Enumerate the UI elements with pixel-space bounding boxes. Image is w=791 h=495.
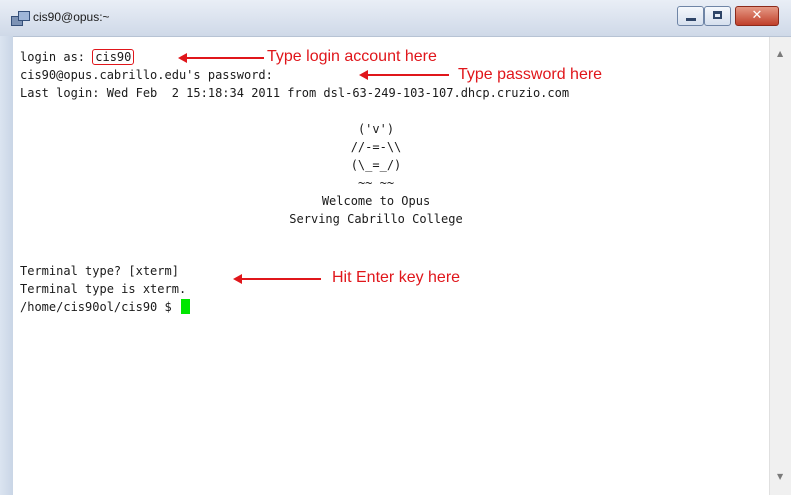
- close-icon: ✕: [751, 8, 763, 23]
- window-title: cis90@opus:~: [33, 10, 110, 24]
- welcome-line: Welcome to Opus: [321, 194, 431, 208]
- login-arrow-line: [186, 57, 264, 59]
- login-annotation: Type login account here: [267, 48, 437, 65]
- minimize-icon: [686, 18, 696, 21]
- enter-arrow-line: [241, 278, 321, 280]
- terminal-type-result: Terminal type is xterm.: [20, 282, 187, 296]
- scroll-up-icon[interactable]: ▲: [777, 49, 783, 58]
- title-bar[interactable]: cis90@opus:~ ✕: [0, 0, 791, 37]
- banner-line-1: ('v'): [357, 122, 395, 136]
- login-line: login as: cis90: [20, 49, 135, 65]
- scroll-down-icon[interactable]: ▼: [777, 472, 783, 481]
- password-annotation: Type password here: [458, 66, 603, 83]
- enter-annotation: Hit Enter key here: [332, 269, 461, 286]
- password-arrow-line: [367, 74, 449, 76]
- password-line: cis90@opus.cabrillo.edu's password:: [20, 68, 273, 82]
- login-prompt: login as:: [20, 50, 93, 64]
- college-line: Serving Cabrillo College: [289, 212, 463, 226]
- window-frame-left: [0, 36, 13, 495]
- minimize-button[interactable]: [677, 6, 704, 26]
- terminal-area[interactable]: login as: cis90 cis90@opus.cabrillo.edu'…: [13, 37, 769, 495]
- shell-prompt: /home/cis90ol/cis90 $: [20, 300, 179, 314]
- banner-line-3: (\_=_/): [350, 158, 402, 172]
- maximize-button[interactable]: [704, 6, 731, 26]
- shell-prompt-line[interactable]: /home/cis90ol/cis90 $: [20, 299, 190, 315]
- close-button[interactable]: ✕: [735, 6, 779, 26]
- login-value: cis90: [92, 49, 135, 65]
- terminal-window: cis90@opus:~ ✕ login as: cis90 cis90@opu…: [0, 0, 791, 495]
- cursor: [180, 299, 190, 314]
- banner-line-4: ~~ ~~: [357, 176, 395, 190]
- maximize-icon: [713, 11, 722, 19]
- banner-line-2: //-=-\\: [350, 140, 402, 154]
- terminal-type-prompt: Terminal type? [xterm]: [20, 264, 179, 278]
- last-login-line: Last login: Wed Feb 2 15:18:34 2011 from…: [20, 86, 570, 100]
- vertical-scrollbar[interactable]: ▲ ▼: [769, 37, 791, 495]
- putty-icon[interactable]: [11, 11, 30, 26]
